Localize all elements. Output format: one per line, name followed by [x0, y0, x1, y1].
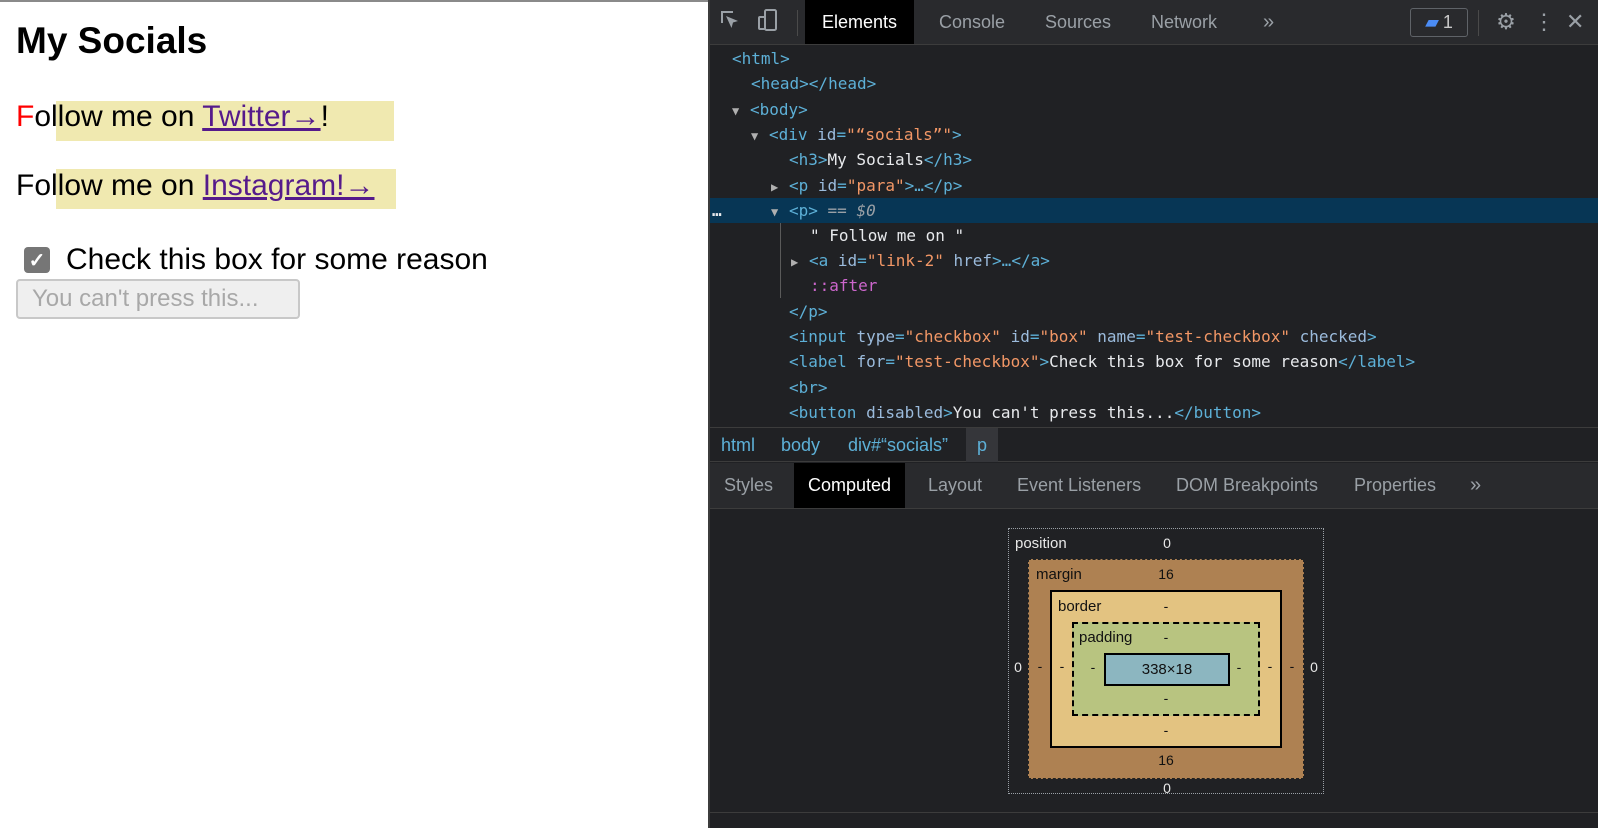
- sidebar-tabs: Styles Computed Layout Event Listeners D…: [710, 463, 1598, 509]
- page-heading: My Socials: [16, 20, 208, 61]
- para-text: ollow me on: [34, 100, 203, 133]
- tab-styles[interactable]: Styles: [710, 463, 787, 508]
- toolbar-separator: [1478, 10, 1479, 36]
- margin-top-value[interactable]: 16: [1151, 566, 1181, 582]
- dom-node-div-socials[interactable]: ▼ <div id="“socials”">: [710, 122, 1598, 147]
- tab-event-listeners[interactable]: Event Listeners: [1003, 463, 1155, 508]
- breadcrumb-p[interactable]: p: [966, 428, 999, 462]
- para-suffix: !: [320, 100, 329, 133]
- kebab-menu-icon[interactable]: ⋮: [1530, 8, 1558, 36]
- inspect-element-icon[interactable]: [716, 8, 744, 36]
- more-tabs-button[interactable]: »: [1246, 0, 1291, 44]
- twitter-link[interactable]: Twitter→: [202, 100, 320, 133]
- dom-node-p-close[interactable]: </p>: [710, 299, 1598, 324]
- dom-node-p-selected[interactable]: … ▼ <p> == $0: [710, 198, 1598, 223]
- expand-triangle-icon[interactable]: ▶: [771, 175, 789, 200]
- box-content-size[interactable]: 338×18: [1104, 653, 1230, 686]
- web-page: My Socials Follow me on Twitter→! Follow…: [0, 0, 708, 828]
- checkbox-row: ✓ Check this box for some reason: [24, 242, 488, 278]
- tab-layout[interactable]: Layout: [914, 463, 996, 508]
- tab-computed[interactable]: Computed: [794, 463, 906, 508]
- device-toolbar-icon[interactable]: [754, 8, 782, 36]
- more-tabs-button[interactable]: »: [1456, 463, 1495, 508]
- dom-node-button[interactable]: <button disabled>You can't press this...…: [710, 400, 1598, 425]
- breadcrumb-body[interactable]: body: [770, 428, 831, 462]
- expand-triangle-icon[interactable]: ▼: [771, 200, 789, 225]
- gear-icon[interactable]: ⚙: [1492, 8, 1520, 36]
- dom-node-a-link2[interactable]: ▶ <a id="link-2" href>…</a>: [710, 248, 1598, 273]
- border-label: border: [1058, 598, 1102, 615]
- tab-sources[interactable]: Sources: [1028, 0, 1128, 44]
- dom-node-br[interactable]: <br>: [710, 375, 1598, 400]
- dom-node-body[interactable]: ▼ <body>: [710, 97, 1598, 122]
- dom-node-p-para[interactable]: ▶ <p id="para">…</p>: [710, 173, 1598, 198]
- box-model-diagram: position 0 0 0 0 margin 16 - - 16 border…: [1008, 528, 1324, 796]
- breadcrumb-div-socials[interactable]: div#“socials”: [837, 428, 959, 462]
- paragraph-instagram: Follow me on Instagram!→: [16, 168, 374, 204]
- checkmark-icon: ✓: [28, 249, 46, 272]
- devtools-panel: Elements Console Sources Network » ▰ 1 ⚙ …: [708, 0, 1598, 828]
- dom-node-h3[interactable]: <h3>My Socials</h3>: [710, 147, 1598, 172]
- test-checkbox[interactable]: ✓: [24, 247, 50, 273]
- dom-node-input[interactable]: <input type="checkbox" id="box" name="te…: [710, 324, 1598, 349]
- breadcrumb-html[interactable]: html: [710, 428, 766, 462]
- tab-elements[interactable]: Elements: [805, 0, 915, 44]
- tab-network[interactable]: Network: [1134, 0, 1234, 44]
- issues-icon: ▰: [1425, 12, 1439, 32]
- tab-properties[interactable]: Properties: [1340, 463, 1450, 508]
- paragraph-twitter: Follow me on Twitter→!: [16, 99, 329, 135]
- dom-pseudo-after[interactable]: ::after: [710, 273, 1598, 298]
- position-label: position: [1015, 535, 1067, 552]
- expand-triangle-icon[interactable]: ▶: [791, 250, 809, 275]
- padding-top-value[interactable]: -: [1151, 629, 1181, 645]
- expand-triangle-icon[interactable]: ▼: [732, 99, 750, 124]
- toolbar-separator: [797, 10, 798, 36]
- disabled-button: You can't press this...: [16, 279, 300, 319]
- border-top-value[interactable]: -: [1151, 598, 1181, 614]
- dom-node-label[interactable]: <label for="test-checkbox">Check this bo…: [710, 349, 1598, 374]
- margin-label: margin: [1036, 566, 1082, 583]
- position-bottom-value[interactable]: 0: [1152, 780, 1182, 796]
- padding-bottom-value[interactable]: -: [1151, 690, 1181, 706]
- position-top-value[interactable]: 0: [1152, 535, 1182, 551]
- devtools-toolbar: Elements Console Sources Network » ▰ 1 ⚙ …: [710, 0, 1598, 45]
- expand-triangle-icon[interactable]: ▼: [751, 124, 769, 149]
- tab-console[interactable]: Console: [922, 0, 1022, 44]
- para-text: Follow me on: [16, 169, 203, 202]
- dom-node-html[interactable]: <html>: [710, 46, 1598, 71]
- indent-guide: [780, 223, 781, 298]
- first-letter: F: [16, 100, 35, 133]
- checkbox-label: Check this box for some reason: [66, 243, 488, 276]
- margin-bottom-value[interactable]: 16: [1151, 752, 1181, 768]
- dom-tree: <html> <head></head> ▼ <body> ▼ <div id="“…: [710, 46, 1598, 426]
- node-actions-ellipsis[interactable]: …: [712, 198, 722, 223]
- border-bottom-value[interactable]: -: [1151, 722, 1181, 738]
- tab-dom-breakpoints[interactable]: DOM Breakpoints: [1162, 463, 1332, 508]
- dom-text-node[interactable]: " Follow me on ": [710, 223, 1598, 248]
- close-icon[interactable]: ✕: [1566, 8, 1596, 36]
- issues-button[interactable]: ▰ 1: [1410, 8, 1468, 37]
- breadcrumb: html body div#“socials” p: [710, 427, 1598, 462]
- dom-node-head[interactable]: <head></head>: [710, 71, 1598, 96]
- padding-label: padding: [1079, 629, 1133, 646]
- bottom-bar: [710, 812, 1598, 828]
- instagram-link[interactable]: Instagram!→: [203, 169, 375, 202]
- issues-count: 1: [1442, 12, 1453, 32]
